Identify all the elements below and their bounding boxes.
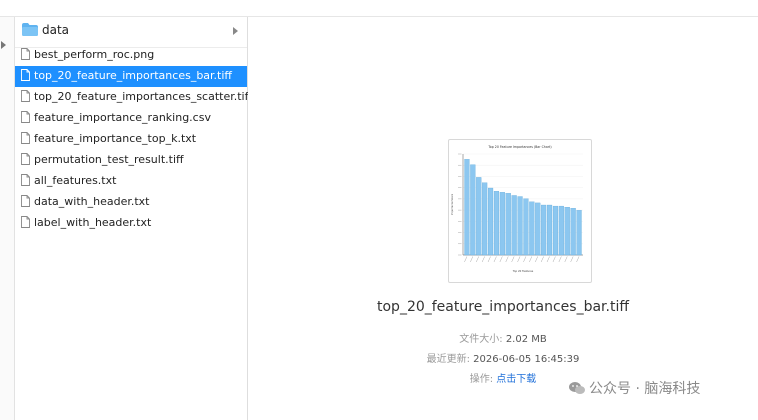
bar [558, 205, 564, 256]
file-name: data_with_header.txt [34, 195, 150, 208]
file-row[interactable]: data_with_header.txt [15, 192, 247, 213]
x-tick-label [546, 256, 550, 263]
file-row[interactable]: feature_importance_top_k.txt [15, 129, 247, 150]
bar [482, 182, 488, 256]
meta-modified: 最近更新: 2026-06-05 16:45:39 [248, 350, 758, 365]
bar [541, 204, 547, 256]
bar [576, 210, 582, 256]
bar [552, 205, 559, 256]
modified-value: 2026-06-05 16:45:39 [473, 354, 580, 365]
bar [511, 195, 517, 256]
expand-arrow-icon[interactable] [1, 41, 6, 49]
bar [517, 196, 523, 256]
bar [564, 207, 570, 256]
x-tick-label [517, 256, 521, 263]
file-icon [21, 69, 30, 81]
x-tick-label [576, 256, 580, 263]
chevron-right-icon [233, 27, 238, 35]
file-name: top_20_feature_importances_scatter.tiff [34, 90, 253, 103]
file-row[interactable]: top_20_feature_importances_scatter.tiff [15, 87, 252, 108]
bar [499, 192, 505, 256]
bar [476, 177, 482, 256]
x-tick-label [476, 256, 479, 263]
file-row[interactable]: best_perform_roc.png [15, 45, 247, 66]
x-tick-label [529, 256, 533, 263]
x-tick-label [540, 256, 544, 263]
x-tick-label [558, 256, 562, 263]
folder-icon [22, 23, 38, 36]
folder-row-data[interactable]: data [15, 17, 247, 48]
x-tick-label [511, 256, 515, 263]
bar [523, 198, 529, 256]
file-icon [21, 216, 30, 228]
bar [470, 164, 476, 256]
bar-chart: Top 20 Feature Importances (Bar Chart) To… [451, 145, 583, 273]
file-row[interactable]: label_with_header.txt [15, 213, 247, 234]
file-icon [21, 153, 30, 165]
x-tick-label [470, 256, 474, 263]
chat-bubble-icon [569, 382, 585, 394]
modified-label: 最近更新: [426, 354, 470, 365]
y-axis-label: Importance Score [451, 193, 454, 215]
bar [493, 191, 500, 256]
x-tick-label [493, 256, 497, 263]
file-column: data best_perform_roc.png top_20_feature_… [15, 17, 252, 420]
file-row[interactable]: top_20_feature_importances_bar.tiff [15, 66, 247, 87]
x-tick-label [505, 256, 509, 263]
preview-pane: Top 20 Feature Importances (Bar Chart) To… [248, 17, 758, 420]
x-tick-label [487, 256, 491, 263]
bar [535, 202, 541, 256]
bar [570, 208, 576, 256]
parent-column-strip[interactable] [0, 17, 15, 420]
watermark-text: 公众号 · 脑海科技 [589, 381, 701, 397]
file-name: permutation_test_result.tiff [34, 153, 184, 166]
file-name: best_perform_roc.png [34, 48, 155, 61]
meta-size: 文件大小: 2.02 MB [248, 330, 758, 345]
file-icon [21, 48, 30, 60]
top-bar [0, 0, 758, 17]
size-label: 文件大小: [459, 334, 503, 345]
x-axis-label: Top 20 Features [513, 269, 534, 273]
file-icon [21, 132, 30, 144]
file-icon [21, 111, 30, 123]
file-icon [21, 90, 30, 102]
x-tick-label [570, 256, 574, 263]
file-row[interactable]: all_features.txt [15, 171, 247, 192]
x-tick-label [535, 256, 538, 263]
file-name: top_20_feature_importances_bar.tiff [34, 69, 232, 82]
chart-title: Top 20 Feature Importances (Bar Chart) [487, 145, 551, 149]
file-name: feature_importance_top_k.txt [34, 132, 197, 145]
download-link[interactable]: 点击下载 [496, 374, 536, 385]
x-tick-label [552, 256, 556, 263]
file-row[interactable]: permutation_test_result.tiff [15, 150, 247, 171]
bar [505, 193, 511, 256]
x-tick-label [464, 256, 468, 263]
image-thumbnail[interactable]: Top 20 Feature Importances (Bar Chart) To… [448, 139, 592, 283]
file-icon [21, 174, 30, 186]
action-label: 操作: [469, 374, 494, 385]
bar [487, 187, 494, 256]
preview-file-name: top_20_feature_importances_bar.tiff [377, 299, 629, 315]
file-name: all_features.txt [34, 174, 117, 187]
x-tick-label [564, 256, 568, 263]
x-tick-label [499, 256, 503, 263]
file-name: feature_importance_ranking.csv [34, 111, 211, 124]
size-value: 2.02 MB [505, 334, 547, 345]
x-tick-label [523, 256, 527, 263]
file-list: best_perform_roc.png top_20_feature_impor… [15, 45, 252, 234]
file-icon [21, 195, 30, 207]
file-name: label_with_header.txt [34, 216, 152, 229]
file-row[interactable]: feature_importance_ranking.csv [15, 108, 247, 129]
bar [464, 159, 470, 256]
x-tick-label [481, 256, 485, 263]
folder-name: data [42, 23, 70, 37]
bar [546, 204, 553, 256]
bar [529, 201, 535, 256]
watermark: 公众号 · 脑海科技 [569, 378, 700, 398]
